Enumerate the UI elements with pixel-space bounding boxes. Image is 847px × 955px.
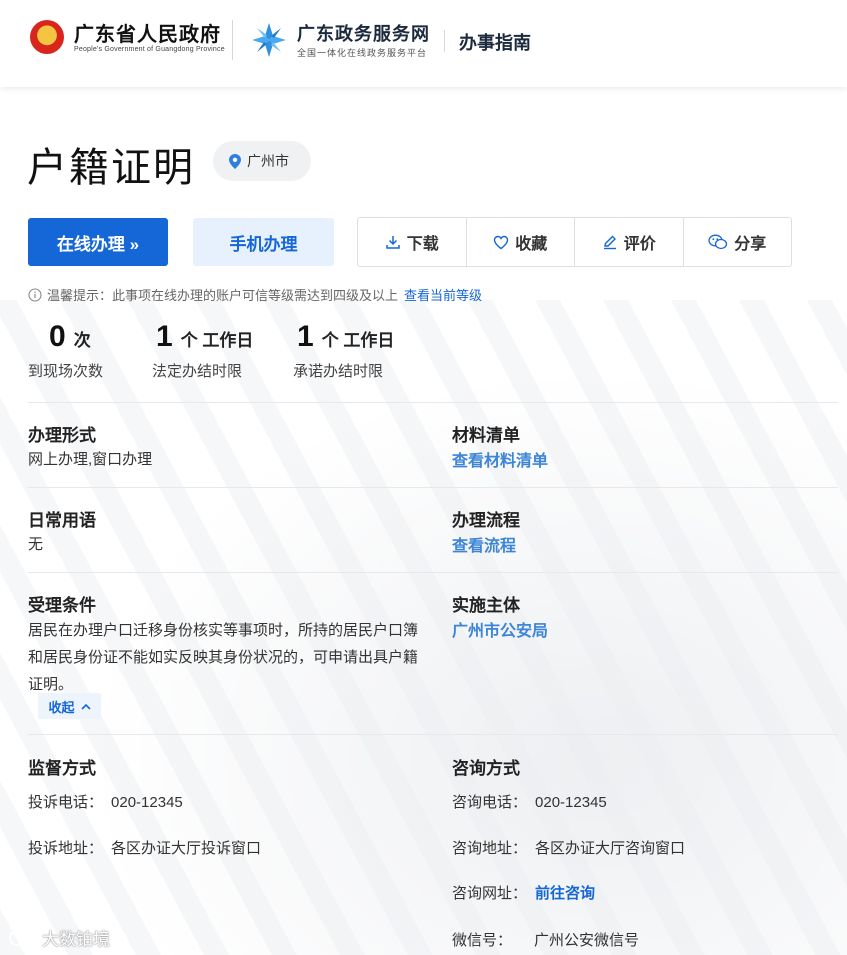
- service-subtitle: 全国一体化在线政务服务平台: [297, 48, 428, 58]
- consult-website: 咨询网址： 前往咨询: [452, 882, 595, 903]
- mobile-handle-button[interactable]: 手机办理: [193, 218, 334, 266]
- stat-label: 承诺办结时限: [293, 363, 384, 380]
- supervise-title: 监督方式: [28, 759, 96, 778]
- consult-phone: 咨询电话： 020-12345: [452, 791, 607, 812]
- form-value: 网上办理,窗口办理: [28, 451, 153, 468]
- consult-wechat: 微信号： 广州公安微信号: [452, 929, 639, 950]
- section-divider: [28, 487, 838, 488]
- supervise-address-key: 投诉地址：: [28, 840, 104, 857]
- share-label: 分享: [734, 236, 767, 253]
- materials-link[interactable]: 查看材料清单: [452, 447, 548, 471]
- supervise-phone-key: 投诉电话：: [28, 794, 104, 811]
- favorite-label: 收藏: [515, 236, 548, 253]
- watermark: 大数铂境: [8, 925, 110, 950]
- service-name[interactable]: 广东政务服务网: [297, 20, 430, 46]
- tip-text: 温馨提示：此事项在线办理的账户可信等级需达到四级及以上: [47, 288, 399, 303]
- evaluate-button[interactable]: 评价: [575, 218, 684, 266]
- watermark-text: 大数铂境: [42, 930, 110, 949]
- form-title: 办理形式: [28, 426, 96, 445]
- location-label: 广州市: [247, 153, 289, 169]
- phrases-title: 日常用语: [28, 511, 96, 530]
- stat-number: 1: [297, 320, 314, 353]
- consult-address: 咨询地址： 各区办证大厅咨询窗口: [452, 837, 685, 858]
- consult-website-key: 咨询网址：: [452, 885, 528, 902]
- consult-address-key: 咨询地址：: [452, 840, 528, 857]
- wechat-icon: [708, 234, 728, 250]
- consult-website-link[interactable]: 前往咨询: [535, 885, 595, 902]
- phrases-value: 无: [28, 536, 44, 553]
- service-logo-icon[interactable]: [250, 21, 288, 59]
- stat-label: 到现场次数: [28, 363, 104, 380]
- supervise-address-value: 各区办证大厅投诉窗口: [111, 840, 262, 857]
- favorite-button[interactable]: 收藏: [467, 218, 575, 266]
- stat-unit: 次: [73, 331, 91, 350]
- conditions-text: 居民在办理户口迁移身份核实等事项时，所持的居民户口簿和居民身份证不能如实反映其身…: [28, 622, 419, 693]
- supervise-phone: 投诉电话： 020-12345: [28, 791, 183, 812]
- consult-wechat-key: 微信号：: [452, 932, 513, 949]
- process-link[interactable]: 查看流程: [452, 532, 516, 556]
- page-title: 户籍证明: [27, 146, 195, 190]
- stat-label: 法定办结时限: [152, 363, 243, 380]
- national-emblem-icon[interactable]: [30, 20, 64, 54]
- conditions-title: 受理条件: [28, 596, 96, 615]
- process-title: 办理流程: [452, 511, 520, 530]
- main-content: 户籍证明 广州市 在线办理 » 手机办理 下载 收藏 评价 分享 温馨提示：此事…: [0, 0, 847, 955]
- check-level-link[interactable]: 查看当前等级: [404, 285, 482, 304]
- consult-phone-key: 咨询电话：: [452, 794, 528, 811]
- stat-number: 1: [156, 320, 173, 353]
- supervise-phone-value: 020-12345: [111, 794, 183, 811]
- materials-title: 材料清单: [452, 426, 520, 445]
- action-toolbar: 下载 收藏 评价 分享: [357, 217, 792, 267]
- download-label: 下载: [406, 236, 439, 253]
- stat-number: 0: [49, 320, 66, 353]
- collapse-button[interactable]: 收起: [38, 693, 101, 719]
- heart-icon: [494, 235, 509, 249]
- stat-legal-limit: 1 个 工作日 法定办结时限: [152, 320, 253, 381]
- section-divider: [28, 402, 838, 403]
- header-divider: [232, 20, 233, 60]
- share-button[interactable]: 分享: [684, 218, 792, 266]
- pencil-icon: [603, 235, 616, 250]
- watermark-logo-icon: [9, 929, 36, 946]
- online-handle-button[interactable]: 在线办理 »: [28, 218, 168, 266]
- stat-visits: 0 次 到现场次数: [28, 320, 103, 381]
- supervise-address: 投诉地址： 各区办证大厅投诉窗口: [28, 837, 261, 858]
- tip-bar: 温馨提示：此事项在线办理的账户可信等级需达到四级及以上 查看当前等级: [28, 285, 482, 304]
- gov-subtitle: People's Government of Guangdong Provinc…: [74, 46, 225, 53]
- guide-nav-link[interactable]: 办事指南: [459, 29, 531, 55]
- location-pin-icon: [229, 153, 241, 169]
- info-icon: [28, 287, 42, 302]
- section-divider: [28, 572, 838, 573]
- section-divider: [28, 734, 838, 735]
- location-badge[interactable]: 广州市: [213, 141, 311, 181]
- stat-unit: 个 工作日: [321, 331, 395, 350]
- header-divider: [444, 30, 445, 52]
- site-header: 广东省人民政府 People's Government of Guangdong…: [0, 0, 847, 87]
- collapse-label: 收起: [48, 699, 75, 715]
- consult-phone-value: 020-12345: [535, 794, 607, 811]
- chevron-up-icon: [80, 703, 91, 710]
- download-icon: [385, 236, 400, 249]
- consult-address-value: 各区办证大厅咨询窗口: [535, 840, 686, 857]
- evaluate-label: 评价: [623, 236, 656, 253]
- consult-title: 咨询方式: [452, 759, 520, 778]
- stat-unit: 个 工作日: [180, 331, 254, 350]
- download-button[interactable]: 下载: [358, 218, 467, 266]
- stat-promise-limit: 1 个 工作日 承诺办结时限: [293, 320, 394, 381]
- entity-link[interactable]: 广州市公安局: [452, 617, 548, 641]
- entity-title: 实施主体: [452, 596, 520, 615]
- gov-name[interactable]: 广东省人民政府: [74, 18, 221, 47]
- consult-wechat-value: 广州公安微信号: [534, 932, 640, 949]
